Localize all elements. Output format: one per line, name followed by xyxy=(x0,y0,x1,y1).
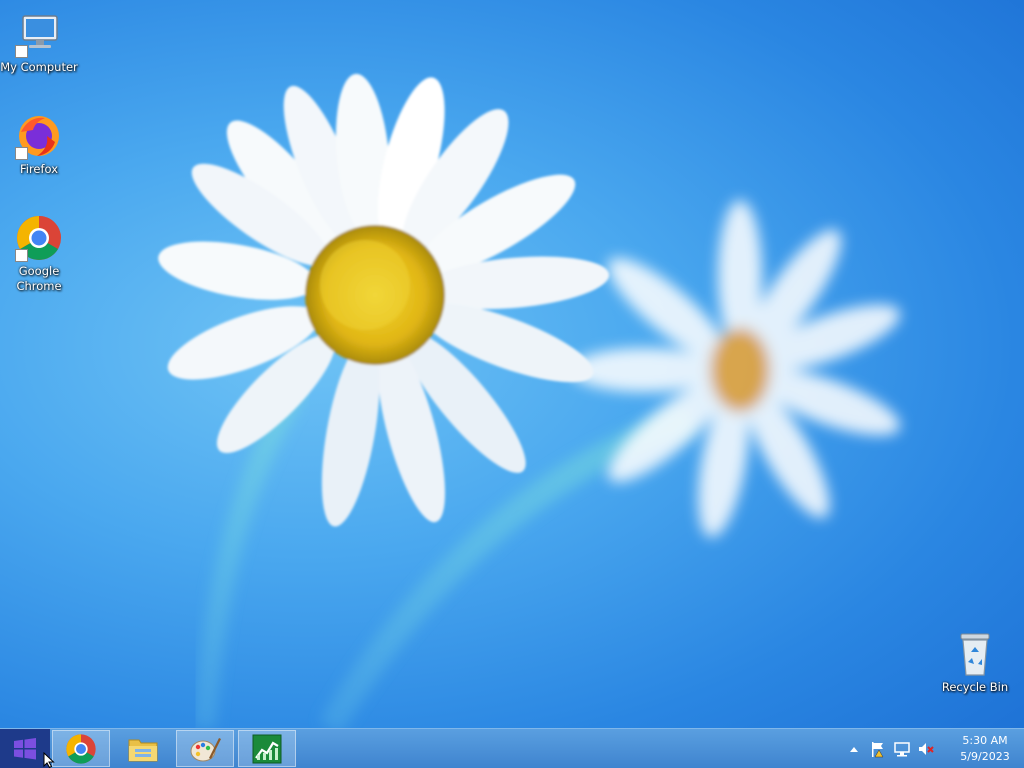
mouse-cursor-icon xyxy=(43,752,55,768)
desktop-icon-my-computer[interactable]: My Computer xyxy=(0,10,78,75)
show-hidden-icons-chevron[interactable] xyxy=(845,740,863,758)
my-computer-label: My Computer xyxy=(0,60,78,74)
recycle-bin-icon xyxy=(951,630,999,678)
taskbar-paint-button[interactable] xyxy=(176,730,234,767)
daisy-wallpaper xyxy=(158,73,901,728)
google-chrome-label: Google Chrome xyxy=(16,264,62,293)
windows-logo-icon xyxy=(14,738,36,760)
recycle-bin-label: Recycle Bin xyxy=(941,680,1009,694)
taskbar: 5:30 AM 5/9/2023 xyxy=(0,728,1024,768)
taskbar-task-manager-button[interactable] xyxy=(238,730,296,767)
desktop: My Computer Firefox Google Chrome Recycl… xyxy=(0,0,1024,768)
task-manager-icon xyxy=(252,734,282,763)
network-icon[interactable] xyxy=(893,740,911,758)
computer-icon xyxy=(15,10,63,58)
volume-muted-icon[interactable] xyxy=(917,740,935,758)
desktop-icon-google-chrome[interactable]: Google Chrome xyxy=(0,214,78,294)
paint-icon xyxy=(190,737,221,761)
firefox-icon xyxy=(15,112,63,160)
action-center-flag-icon[interactable] xyxy=(869,740,887,758)
taskbar-chrome-button[interactable] xyxy=(52,730,110,767)
firefox-label: Firefox xyxy=(19,162,59,176)
file-explorer-icon xyxy=(128,739,158,761)
desktop-icon-firefox[interactable]: Firefox xyxy=(0,112,78,177)
system-tray: 5:30 AM 5/9/2023 xyxy=(842,729,1024,768)
clock-date: 5/9/2023 xyxy=(960,750,1010,763)
taskbar-file-explorer-button[interactable] xyxy=(114,730,172,767)
clock[interactable]: 5:30 AM 5/9/2023 xyxy=(946,733,1024,765)
desktop-icon-recycle-bin[interactable]: Recycle Bin xyxy=(936,630,1014,695)
chrome-icon xyxy=(66,733,96,764)
clock-time: 5:30 AM xyxy=(962,734,1008,747)
chrome-icon xyxy=(15,214,63,262)
